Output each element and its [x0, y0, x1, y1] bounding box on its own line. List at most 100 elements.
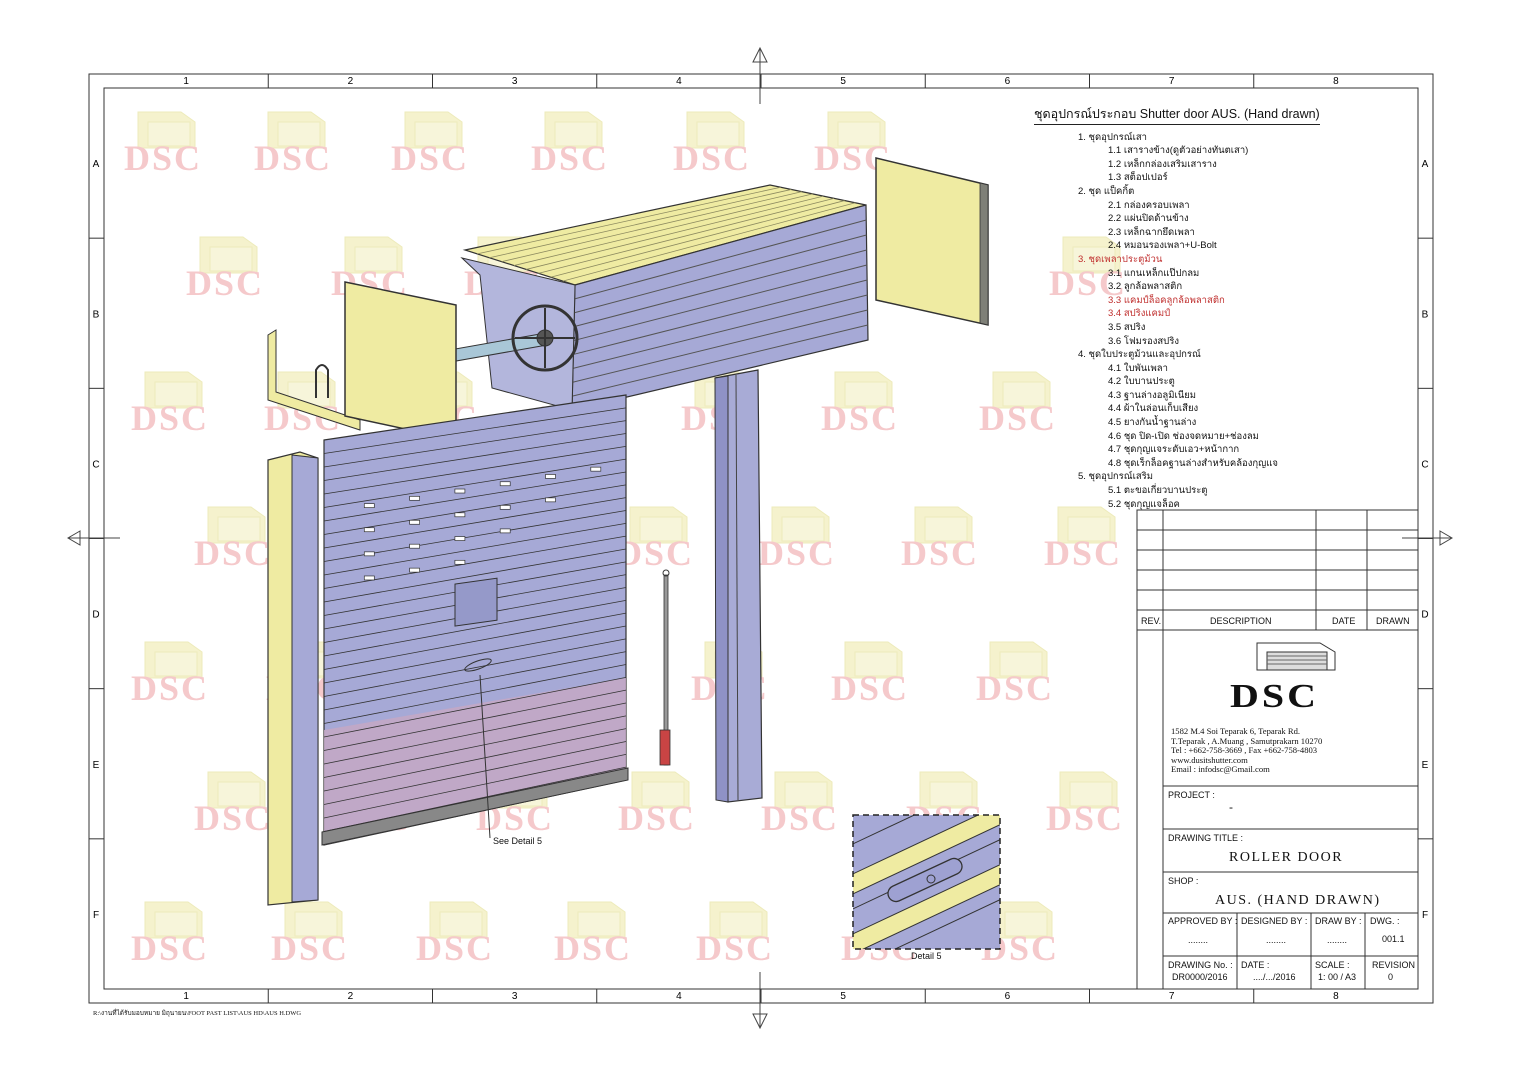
watermark: DSC [131, 371, 207, 438]
approved-by-label: APPROVED BY : [1168, 916, 1238, 926]
parts-list-item: 4. ชุดใบประตูม้วนและอุปกรณ์ [1078, 349, 1201, 361]
parts-list-item: 2.2 แผ่นปิดด้านข้าง [1108, 213, 1189, 225]
grid-col-label: 5 [840, 76, 846, 87]
vent-slot [499, 481, 511, 487]
watermark: DSC [831, 641, 909, 708]
vent-slot [363, 527, 375, 533]
vent-slot [409, 519, 420, 525]
watermark: DSC [131, 901, 207, 968]
watermark: DSC [186, 236, 262, 303]
grid-col-label: 8 [1333, 76, 1339, 87]
drawing-no-label: DRAWING No. : [1168, 960, 1233, 970]
svg-text:DSC: DSC [821, 398, 899, 438]
svg-text:DSC: DSC [616, 533, 694, 573]
svg-text:DSC: DSC [696, 928, 774, 968]
grid-col-label: 1 [183, 76, 189, 87]
grid-col-label: 4 [676, 991, 682, 1002]
grid-row-label: E [1422, 760, 1429, 771]
parts-list-item: 3.5 สปริง [1108, 321, 1146, 333]
parts-list-item: 3.4 สปริงแคมป์ [1108, 308, 1171, 320]
drawing-no-value: DR0000/2016 [1172, 972, 1228, 982]
dwg-label: DWG. : [1370, 916, 1400, 926]
grid-row-label: D [92, 610, 99, 621]
parts-list-title: ชุดอุปกรณ์ประกอบ Shutter door AUS. (Hand… [1034, 107, 1320, 125]
grid-row-label: F [1422, 910, 1428, 921]
parts-list-item: 4.7 ชุดกุญแจระดับเอว+หน้ากาก [1108, 444, 1240, 456]
watermark: DSC [1046, 771, 1122, 838]
svg-text:DSC: DSC [271, 928, 349, 968]
vent-slot [499, 528, 511, 534]
revision-value: 0 [1388, 972, 1394, 982]
rev-header: REV. [1141, 616, 1162, 626]
project-value: - [1229, 800, 1233, 814]
grid-row-label: B [1422, 309, 1429, 320]
grid-col-label: 7 [1169, 991, 1175, 1002]
vent-slot [545, 474, 556, 479]
drawing-title-value: ROLLER DOOR [1229, 850, 1344, 865]
vent-slot [545, 497, 556, 503]
vent-slot [363, 503, 375, 508]
grid-col-label: 1 [183, 991, 189, 1002]
address-line: Email : infodsc@Gmail.com [1171, 764, 1270, 775]
grid-col-label: 4 [676, 76, 682, 87]
watermark: DSC [821, 371, 899, 438]
vent-slot [454, 536, 466, 541]
parts-list-item: 4.5 ยางกันน้ำฐานล่าง [1108, 417, 1197, 429]
date-label: DATE : [1241, 960, 1270, 970]
watermark: DSC [254, 111, 332, 178]
parts-list-item: 2.4 หมอนรองเพลา+U-Bolt [1108, 240, 1217, 252]
lock-plate [454, 577, 498, 627]
svg-text:DSC: DSC [194, 798, 272, 838]
svg-text:DSC: DSC [673, 138, 751, 178]
watermark: DSC [391, 111, 469, 178]
watermark: DSC [124, 111, 200, 178]
watermark: DSC [131, 641, 207, 708]
parts-list-item: 1.1 เสารางข้าง(ดูตัวอย่างทันตเสา) [1108, 145, 1249, 157]
svg-text:DSC: DSC [831, 668, 909, 708]
file-path: R:\งานที่ได้รับมอบหมาย มิถุนายน\FOOT PAS… [93, 1010, 302, 1017]
parts-list-item: 3.6 โฟมรองสปริง [1108, 335, 1179, 347]
grid-row-label: C [92, 459, 99, 470]
watermark: DSC [673, 111, 751, 178]
svg-text:DSC: DSC [391, 138, 469, 178]
vent-slot [590, 466, 602, 472]
watermark: DSC [271, 901, 349, 968]
svg-text:DSC: DSC [1044, 533, 1122, 573]
watermark: DSC [901, 506, 977, 573]
grid-col-label: 3 [512, 991, 518, 1002]
svg-text:DSC: DSC [254, 138, 332, 178]
grid-col-label: 6 [1005, 991, 1011, 1002]
svg-text:DSC: DSC [758, 533, 836, 573]
parts-list-item: 4.2 ใบบานประตู [1108, 376, 1175, 388]
right-side-rail-edge [714, 375, 729, 803]
description-header: DESCRIPTION [1210, 616, 1272, 626]
company-logo-text: DSC [1230, 676, 1320, 715]
parts-list: ชุดอุปกรณ์ประกอบ Shutter door AUS. (Hand… [1034, 107, 1414, 511]
parts-list-item: 4.8 ชุดเร็กล็อคฐานล่างสำหรับคล้องกุญแจ [1108, 457, 1278, 469]
parts-list-item: 1.2 เหล็กกล่องเสริมเสาราง [1108, 158, 1217, 170]
revision-label: REVISION [1372, 960, 1416, 970]
parts-list-item: 2.1 กล่องครอบเพลา [1108, 199, 1190, 211]
watermark: DSC [194, 771, 272, 838]
parts-list-item: 5.1 ตะขอเกี่ยวบานประตู [1108, 485, 1208, 497]
grid-row-label: A [1422, 159, 1429, 170]
parts-list-item: 3. ชุดเพลาประตูม้วน [1078, 253, 1163, 265]
door-hook-handle [659, 729, 671, 766]
vent-slot [363, 575, 375, 581]
vent-slot [454, 488, 466, 494]
vent-slot [499, 504, 511, 510]
shop-label: SHOP : [1168, 876, 1199, 886]
watermark: DSC [696, 901, 774, 968]
svg-text:DSC: DSC [194, 533, 272, 573]
svg-text:DSC: DSC [761, 798, 839, 838]
parts-list-item: 5.2 ชุดกุญแจล็อค [1108, 498, 1180, 510]
grid-row-label: D [1421, 610, 1428, 621]
date-header: DATE [1332, 616, 1356, 626]
grid-col-label: 5 [840, 991, 846, 1002]
watermark: DSC [618, 771, 694, 838]
svg-text:DSC: DSC [531, 138, 609, 178]
drawing-title-label: DRAWING TITLE : [1168, 833, 1244, 843]
right-end-cap [875, 157, 989, 326]
watermark: DSC [758, 506, 836, 573]
parts-list-item: 5. ชุดอุปกรณ์เสริม [1078, 471, 1153, 483]
